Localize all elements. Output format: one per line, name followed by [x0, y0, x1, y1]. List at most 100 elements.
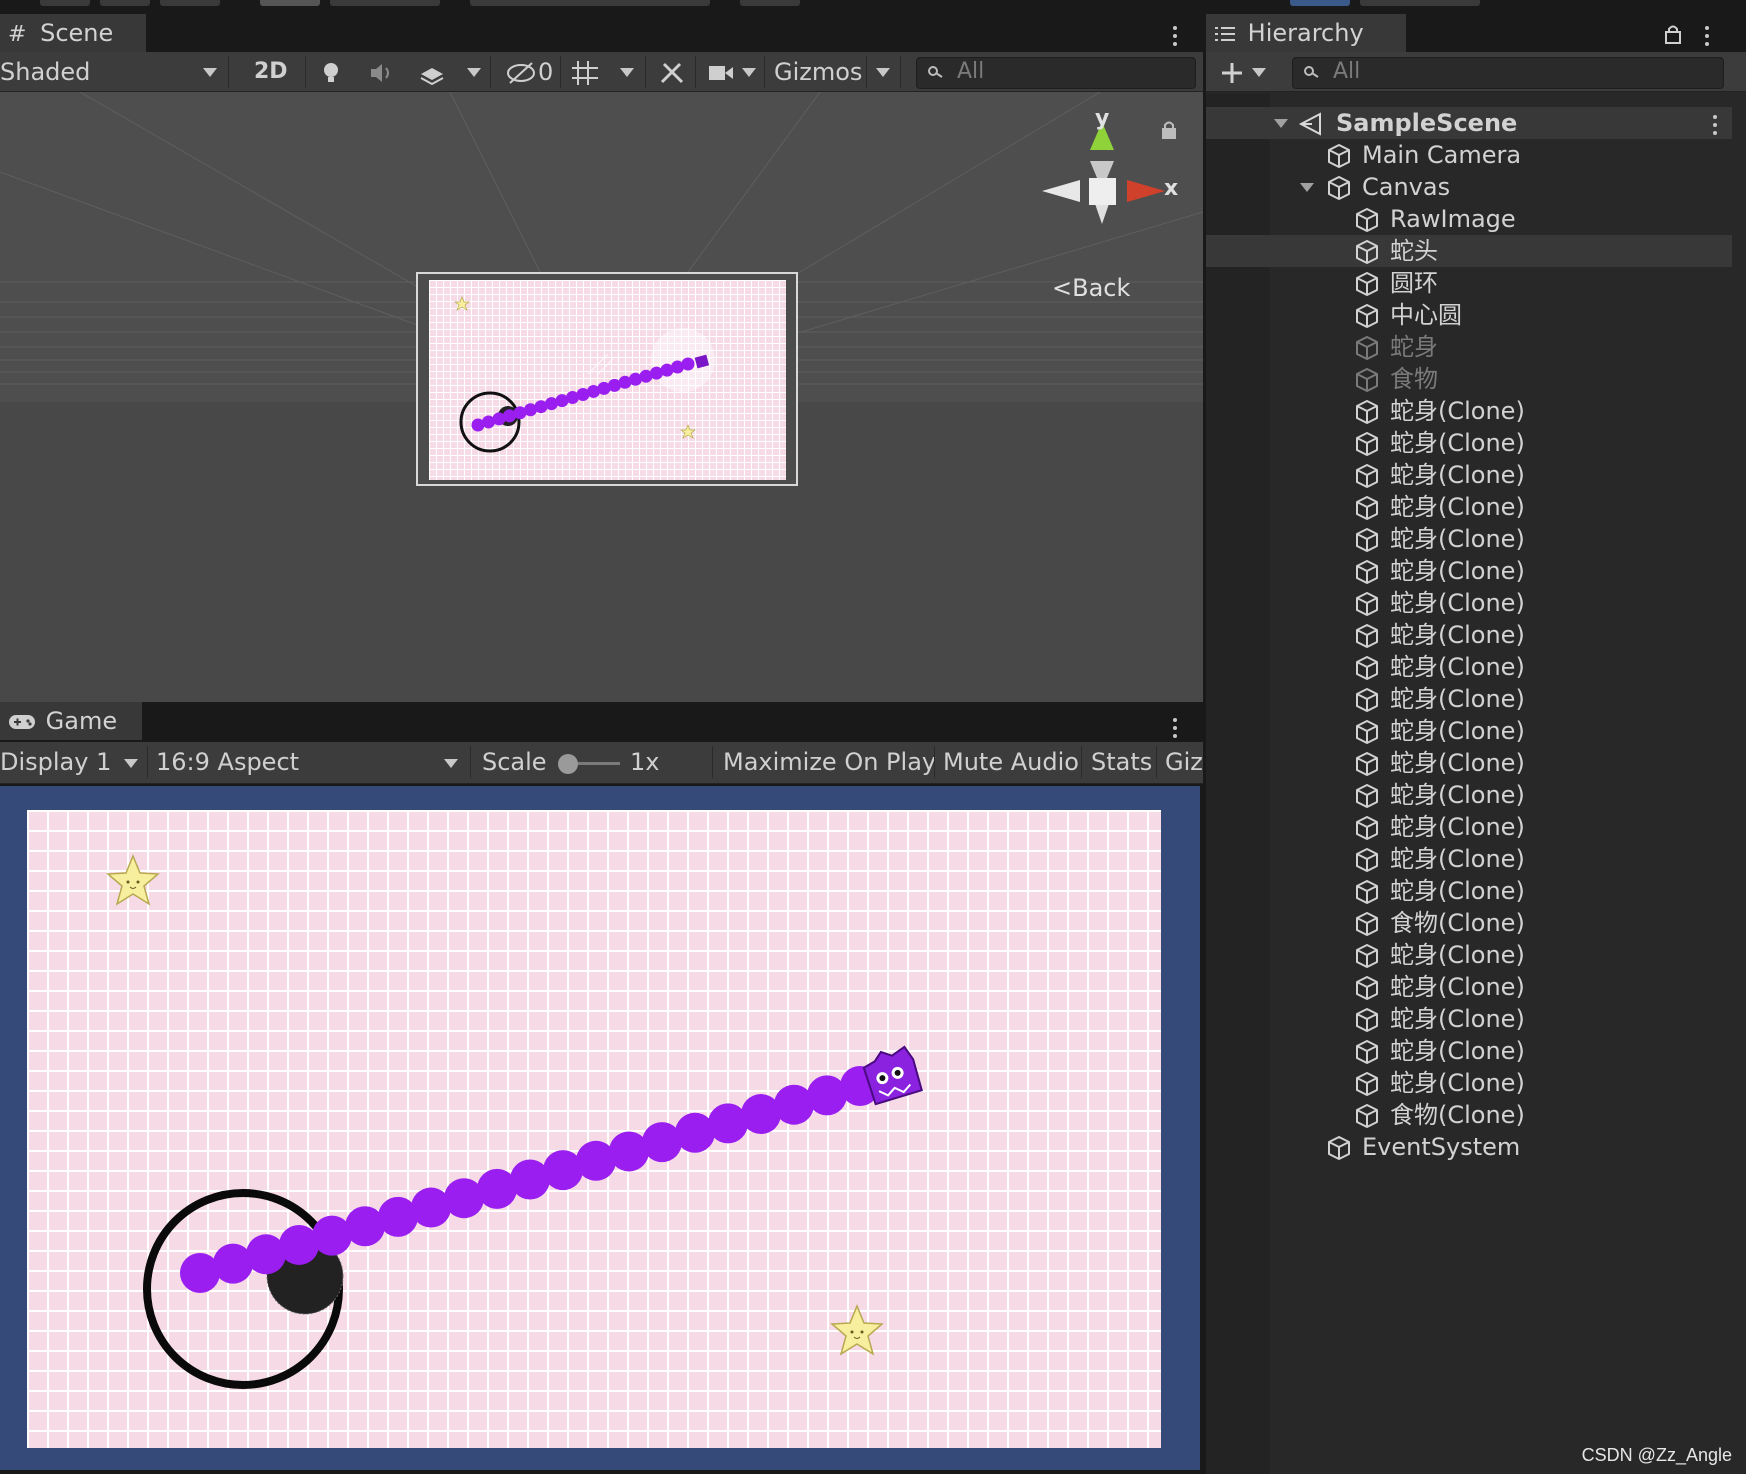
hierarchy-item[interactable]: 蛇身(Clone)	[1206, 459, 1732, 491]
scene-search-input[interactable]: All	[916, 57, 1196, 89]
hierarchy-item[interactable]: 蛇身(Clone)	[1206, 395, 1732, 427]
gameobject-cube-icon	[1354, 239, 1380, 265]
expand-scene-caret-icon[interactable]	[1274, 119, 1288, 128]
scale-value: 1x	[630, 748, 660, 776]
hierarchy-item[interactable]: EventSystem	[1206, 1131, 1732, 1163]
hierarchy-item[interactable]: Main Camera	[1206, 139, 1732, 171]
tab-game[interactable]: Game	[0, 702, 142, 740]
game-viewport[interactable]	[0, 786, 1200, 1470]
hierarchy-item[interactable]: 蛇身	[1206, 331, 1732, 363]
grid-snap-icon[interactable]	[570, 59, 600, 87]
hierarchy-item[interactable]: 蛇身(Clone)	[1206, 843, 1732, 875]
hierarchy-item[interactable]: 蛇身(Clone)	[1206, 1067, 1732, 1099]
hierarchy-item-label: 蛇身(Clone)	[1390, 1005, 1525, 1033]
tools-icon[interactable]	[658, 60, 686, 86]
gameobject-cube-icon	[1354, 303, 1380, 329]
aspect-caret-icon[interactable]	[444, 759, 458, 768]
hierarchy-item[interactable]: 蛇身(Clone)	[1206, 875, 1732, 907]
hierarchy-item[interactable]: 蛇身(Clone)	[1206, 939, 1732, 971]
camera-icon[interactable]	[707, 62, 735, 84]
camera-caret-icon[interactable]	[742, 68, 756, 77]
scene-row[interactable]: SampleScene	[1206, 107, 1732, 139]
game-toolbar: Display 1 16:9 Aspect Scale 1x Maximize …	[0, 742, 1203, 784]
gameobject-cube-icon	[1354, 463, 1380, 489]
hierarchy-item-label: 蛇身(Clone)	[1390, 525, 1525, 553]
lighting-icon[interactable]	[318, 60, 344, 86]
hierarchy-item[interactable]: 蛇身(Clone)	[1206, 555, 1732, 587]
hierarchy-item[interactable]: 圆环	[1206, 267, 1732, 299]
effects-icon[interactable]	[418, 60, 446, 86]
gizmos-toggle[interactable]: Giz	[1165, 742, 1203, 782]
gizmos-caret-icon[interactable]	[876, 68, 890, 77]
hierarchy-item[interactable]: 蛇身(Clone)	[1206, 427, 1732, 459]
stats-toggle[interactable]: Stats	[1091, 742, 1152, 782]
tab-scene[interactable]: # Scene	[0, 14, 146, 52]
gizmo-axis-y: y	[1095, 106, 1110, 131]
scene-canvas-frame[interactable]	[416, 272, 798, 486]
gameobject-cube-icon	[1354, 1039, 1380, 1065]
hierarchy-item[interactable]: 蛇身(Clone)	[1206, 811, 1732, 843]
gameobject-cube-icon	[1354, 783, 1380, 809]
display-caret-icon[interactable]	[124, 759, 138, 768]
add-icon[interactable]	[1220, 61, 1244, 85]
hierarchy-item[interactable]: 中心圆	[1206, 299, 1732, 331]
expand-caret-icon[interactable]	[1300, 183, 1314, 192]
gameobject-cube-icon	[1354, 943, 1380, 969]
mute-audio-toggle[interactable]: Mute Audio	[943, 742, 1079, 782]
gizmos-button[interactable]: Gizmos	[774, 52, 862, 92]
hierarchy-item[interactable]: 蛇身(Clone)	[1206, 1035, 1732, 1067]
gameobject-cube-icon	[1354, 207, 1380, 233]
gameobject-cube-icon	[1354, 271, 1380, 297]
hierarchy-item[interactable]: 蛇身(Clone)	[1206, 619, 1732, 651]
lock-icon[interactable]	[1664, 24, 1682, 44]
hierarchy-item[interactable]: RawImage	[1206, 203, 1732, 235]
view-back-button[interactable]: <Back	[1052, 274, 1130, 302]
gameobject-cube-icon	[1354, 495, 1380, 521]
add-caret-icon[interactable]	[1252, 68, 1266, 77]
hierarchy-item[interactable]: 食物	[1206, 363, 1732, 395]
aspect-dropdown[interactable]: 16:9 Aspect	[156, 742, 299, 782]
hierarchy-item[interactable]: 蛇身(Clone)	[1206, 587, 1732, 619]
audio-icon[interactable]	[368, 60, 396, 86]
maximize-on-play-toggle[interactable]: Maximize On Play	[723, 742, 936, 782]
food-star-1	[106, 854, 160, 906]
gameobject-cube-icon	[1354, 367, 1380, 393]
scene-tab-label: Scene	[40, 19, 114, 47]
grid-caret-icon[interactable]	[620, 68, 634, 77]
hidden-objects-icon[interactable]	[505, 61, 537, 85]
gizmo-lock-icon[interactable]	[1160, 120, 1178, 140]
hierarchy-item-label: 蛇身(Clone)	[1390, 397, 1525, 425]
scene-viewport[interactable]: y x <Back	[0, 92, 1203, 702]
hierarchy-item[interactable]: 食物(Clone)	[1206, 1099, 1732, 1131]
shading-mode-dropdown[interactable]: Shaded	[0, 52, 225, 92]
game-menu-icon[interactable]	[1172, 718, 1178, 742]
display-dropdown[interactable]: Display 1	[0, 742, 111, 782]
hierarchy-item[interactable]: Canvas	[1206, 171, 1732, 203]
hierarchy-item[interactable]: 蛇身(Clone)	[1206, 1003, 1732, 1035]
hierarchy-item[interactable]: 蛇身(Clone)	[1206, 971, 1732, 1003]
hierarchy-item-label: 蛇身(Clone)	[1390, 429, 1525, 457]
scene-menu-icon[interactable]	[1172, 26, 1178, 50]
hierarchy-search-input[interactable]: All	[1292, 57, 1724, 89]
hierarchy-item[interactable]: 蛇头	[1206, 235, 1732, 267]
orientation-gizmo[interactable]	[1030, 112, 1180, 262]
effects-caret-icon[interactable]	[467, 68, 481, 77]
hierarchy-item[interactable]: 蛇身(Clone)	[1206, 747, 1732, 779]
hierarchy-item[interactable]: 食物(Clone)	[1206, 907, 1732, 939]
hierarchy-item[interactable]: 蛇身(Clone)	[1206, 491, 1732, 523]
hierarchy-item-label: 蛇身(Clone)	[1390, 685, 1525, 713]
hierarchy-item[interactable]: 蛇身(Clone)	[1206, 683, 1732, 715]
hierarchy-item[interactable]: 蛇身(Clone)	[1206, 523, 1732, 555]
hierarchy-item[interactable]: 蛇身(Clone)	[1206, 779, 1732, 811]
hierarchy-item[interactable]: 蛇身(Clone)	[1206, 715, 1732, 747]
hierarchy-item-label: 蛇身(Clone)	[1390, 461, 1525, 489]
hierarchy-toolbar: All	[1206, 52, 1746, 92]
hierarchy-item[interactable]: 蛇身(Clone)	[1206, 651, 1732, 683]
scene-row-menu-icon[interactable]	[1712, 115, 1718, 139]
toggle-2d-button[interactable]: 2D	[254, 52, 288, 92]
tab-hierarchy[interactable]: Hierarchy	[1206, 14, 1406, 52]
hierarchy-menu-icon[interactable]	[1704, 26, 1710, 50]
chevron-left-icon: <	[1052, 274, 1073, 302]
hierarchy-item-label: 蛇身(Clone)	[1390, 557, 1525, 585]
scale-slider-handle[interactable]	[558, 754, 578, 774]
